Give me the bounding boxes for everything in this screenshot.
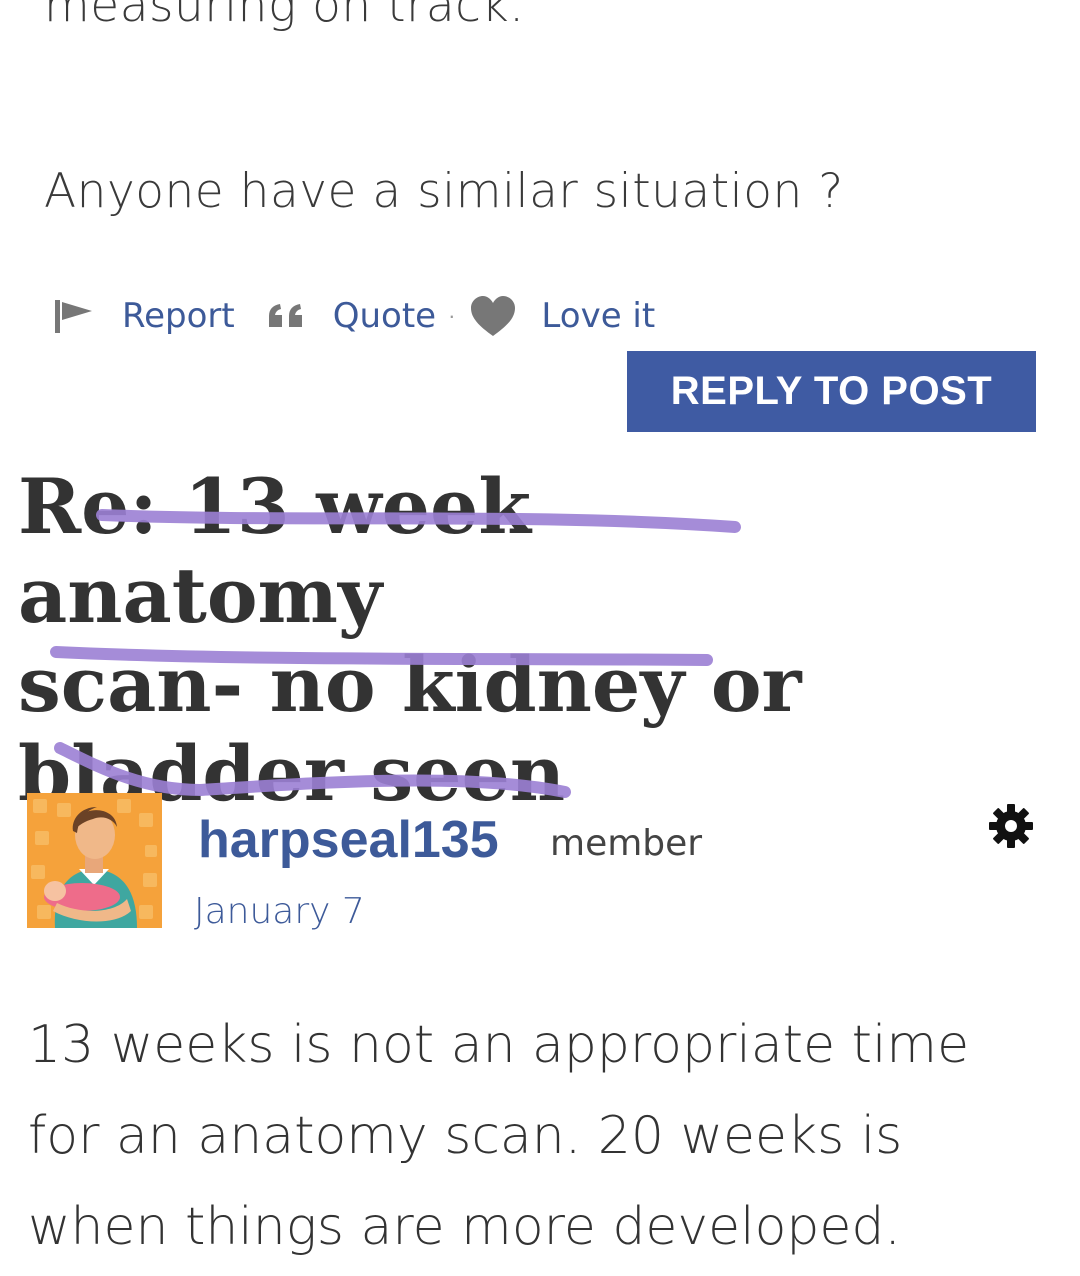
reply-body-text: 13 weeks is not an appropriate time for …	[28, 1000, 1068, 1273]
quote-label: Quote	[332, 296, 437, 336]
love-it-label: Love it	[541, 296, 656, 336]
separator-dot: ·	[448, 303, 456, 328]
post-title-line: Re: 13 week anatomy	[18, 462, 532, 640]
post-date: January 7	[194, 891, 365, 932]
author-avatar[interactable]	[27, 793, 162, 928]
post-title: Re: 13 week anatomy scan- no kidney or b…	[18, 462, 918, 818]
previous-post-text-line: measuring on track.	[44, 0, 525, 33]
quote-icon	[268, 304, 302, 327]
heart-icon	[471, 296, 516, 336]
quote-link[interactable]: Quote	[267, 296, 436, 336]
love-it-link[interactable]: Love it	[469, 294, 655, 338]
reply-body-line: 13 weeks is not an appropriate time	[28, 1015, 970, 1075]
report-link[interactable]: Report	[52, 296, 235, 336]
reply-to-post-button[interactable]: REPLY TO POST	[627, 351, 1036, 432]
previous-post-question: Anyone have a similar situation ?	[44, 164, 844, 219]
reply-body-line: for an anatomy scan. 20 weeks is	[28, 1106, 903, 1166]
report-label: Report	[122, 296, 235, 336]
post-title-line: scan- no kidney or	[18, 640, 802, 729]
author-role: member	[550, 823, 703, 864]
flag-icon	[55, 300, 92, 333]
author-username[interactable]: harpseal135	[198, 810, 499, 870]
gear-icon[interactable]	[987, 802, 1035, 850]
post-actions-bar: Report Quote · Love it	[52, 291, 655, 341]
reply-body-line: when things are more developed.	[28, 1197, 901, 1257]
